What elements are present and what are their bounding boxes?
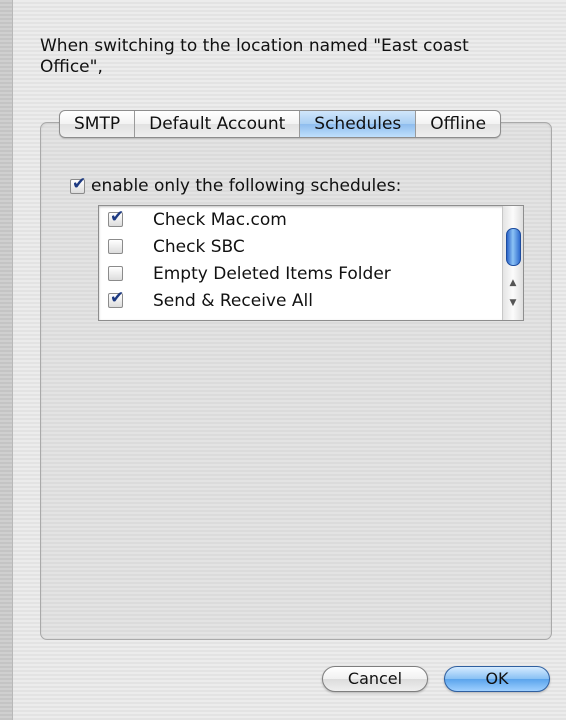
schedule-label: Check SBC	[153, 236, 245, 257]
tab-bar: SMTP Default Account Schedules Offline	[59, 110, 502, 138]
tab-default-account[interactable]: Default Account	[135, 111, 301, 137]
tab-offline[interactable]: Offline	[416, 111, 500, 137]
schedule-label: Check Mac.com	[153, 209, 287, 230]
list-item[interactable]: Check Mac.com	[99, 206, 495, 233]
tab-smtp[interactable]: SMTP	[60, 111, 136, 137]
schedule-checkbox-send-receive[interactable]	[108, 288, 124, 308]
ok-button[interactable]: OK	[444, 666, 550, 692]
intro-text: When switching to the location named "Ea…	[40, 36, 469, 77]
schedules-list[interactable]: Check Mac.com Check SBC Empty Deleted It…	[98, 205, 524, 321]
schedule-label: Empty Deleted Items Folder	[153, 263, 391, 284]
schedule-checkbox-check-sbc[interactable]	[108, 239, 123, 254]
enable-schedules-checkbox[interactable]	[70, 174, 86, 194]
scrollbar-thumb[interactable]	[506, 228, 521, 266]
scroll-down-arrow-icon[interactable]: ▼	[503, 298, 523, 308]
list-scrollbar[interactable]: ▲ ▼	[502, 206, 523, 320]
schedule-label: Send & Receive All	[153, 290, 313, 311]
list-item[interactable]: Check SBC	[99, 233, 495, 260]
scroll-up-arrow-icon[interactable]: ▲	[503, 278, 523, 288]
enable-schedules-row[interactable]: enable only the following schedules:	[70, 174, 402, 196]
list-item[interactable]: Send & Receive All	[99, 287, 495, 314]
window-left-edge	[0, 0, 13, 720]
enable-schedules-label: enable only the following schedules:	[91, 176, 402, 196]
tab-panel	[40, 122, 552, 640]
cancel-button[interactable]: Cancel	[322, 666, 428, 692]
tab-schedules[interactable]: Schedules	[300, 111, 417, 137]
schedule-checkbox-check-mac[interactable]	[108, 207, 124, 227]
schedule-checkbox-empty-deleted[interactable]	[108, 266, 123, 281]
list-item[interactable]: Empty Deleted Items Folder	[99, 260, 495, 287]
